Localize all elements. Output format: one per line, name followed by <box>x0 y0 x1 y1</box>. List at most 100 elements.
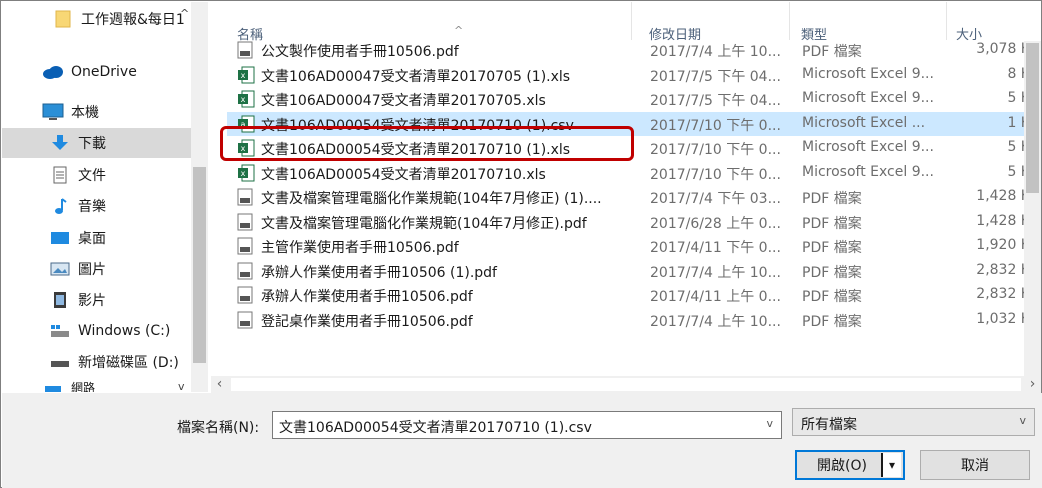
horizontal-scrollbar-thumb[interactable] <box>231 378 1021 391</box>
file-size: 5 K <box>1007 90 1030 106</box>
excel-file-icon: x <box>237 90 255 108</box>
file-type: Microsoft Excel 9... <box>802 65 934 82</box>
nav-item-onedrive[interactable]: OneDrive <box>42 57 208 87</box>
file-row[interactable]: x 文書106AD00054受文者清單20170710 (1).xls 2017/7… <box>227 136 1041 160</box>
file-list-scrollbar-thumb[interactable] <box>1026 43 1039 193</box>
file-type: PDF 檔案 <box>802 313 862 330</box>
open-file-dialog: 工作週報&每日1 ^ OneDrive 本機 下載 文件 音樂 桌面 圖片 影片… <box>0 0 1042 488</box>
nav-item-label: 影片 <box>78 293 106 309</box>
nav-item-this-pc[interactable]: 本機 <box>42 97 208 127</box>
network-icon <box>42 380 64 392</box>
nav-scrollbar-thumb[interactable] <box>193 167 206 363</box>
file-date: 2017/7/5 下午 04... <box>650 68 781 85</box>
file-name: 文書106AD00054受文者清單20170710.xls <box>261 166 546 183</box>
nav-scrollbar[interactable] <box>191 2 208 392</box>
pdf-file-icon <box>237 311 255 329</box>
pdf-file-icon <box>237 286 255 304</box>
open-button[interactable]: 開啟(O) ▾ <box>795 450 905 480</box>
svg-text:x: x <box>241 95 246 104</box>
pdf-file-icon <box>237 237 255 255</box>
scroll-right-icon[interactable]: › <box>1024 376 1041 393</box>
file-size: 2,832 K <box>976 286 1030 302</box>
cancel-button[interactable]: 取消 <box>920 450 1030 480</box>
file-row[interactable]: 主管作業使用者手冊10506.pdf 2017/4/11 下午 0... PDF 檔… <box>227 234 1041 258</box>
file-row[interactable]: 文書及檔案管理電腦化作業規範(104年7月修正).pdf 2017/6/28 上午… <box>227 210 1041 234</box>
nav-item-videos[interactable]: 影片 <box>49 285 208 315</box>
nav-item-downloads[interactable]: 下載 <box>2 128 192 158</box>
file-row[interactable]: 公文製作使用者手冊10506.pdf 2017/7/4 上午 10... PDF 檔… <box>227 38 1041 62</box>
file-row[interactable]: 文書及檔案管理電腦化作業規範(104年7月修正) (1).... 2017/7/4… <box>227 185 1041 209</box>
file-size: 5 K <box>1007 163 1030 180</box>
file-date: 2017/7/10 下午 0... <box>650 166 781 183</box>
folder-icon <box>52 9 74 29</box>
pdf-file-icon <box>237 213 255 231</box>
file-row[interactable]: a 文書106AD00054受文者清單20170710 (1).csv 2017/7… <box>227 111 1041 136</box>
file-size: 1,920 K <box>976 237 1030 253</box>
file-row[interactable]: 承辦人作業使用者手冊10506.pdf 2017/4/11 上午 0... PDF … <box>227 283 1041 307</box>
file-date: 2017/7/4 上午 10... <box>650 44 781 60</box>
nav-item-label: Windows (C:) <box>78 323 171 339</box>
file-row[interactable]: x 文書106AD00054受文者清單20170710.xls 2017/7/10 … <box>227 161 1041 185</box>
file-date: 2017/7/4 下午 03... <box>650 191 781 207</box>
chevron-up-icon[interactable]: ^ <box>180 7 189 20</box>
nav-item-drive-c[interactable]: Windows (C:) <box>49 316 208 346</box>
chevron-down-icon[interactable]: v <box>178 380 185 392</box>
file-row[interactable]: x 文書106AD00047受文者清單20170705 (1).xls 2017/7… <box>227 63 1041 87</box>
file-date: 2017/6/28 上午 0... <box>650 215 781 232</box>
file-type: Microsoft Excel 9... <box>802 90 934 106</box>
split-dropdown-icon[interactable]: ▾ <box>881 453 901 477</box>
music-icon <box>49 196 71 216</box>
horizontal-scrollbar[interactable]: ‹ › <box>211 376 1041 393</box>
nav-item-label: 本機 <box>71 105 99 121</box>
excel-file-icon: x <box>237 66 255 84</box>
file-list: ^ 名稱 修改日期 類型 大小 公文製作使用者手冊10506.pdf 2017/7… <box>211 2 1041 375</box>
file-date: 2017/7/4 上午 10... <box>650 264 781 281</box>
file-date: 2017/7/5 下午 04... <box>650 93 781 109</box>
filename-label: 檔案名稱(N): <box>177 420 260 436</box>
svg-text:x: x <box>241 144 246 153</box>
chevron-down-icon[interactable]: v <box>766 417 773 430</box>
scroll-left-icon[interactable]: ‹ <box>211 376 228 393</box>
file-date: 2017/7/10 下午 0... <box>650 117 781 134</box>
filetype-select-value: 所有檔案 <box>801 417 857 433</box>
nav-item-drive-d[interactable]: 新增磁碟區 (D:) <box>49 347 208 377</box>
open-button-label: 開啟(O) <box>817 458 867 474</box>
file-name: 文書106AD00054受文者清單20170710 (1).xls <box>261 142 571 158</box>
nav-item-documents[interactable]: 文件 <box>49 160 208 190</box>
file-date: 2017/4/11 上午 0... <box>650 289 781 305</box>
column-header-row: ^ 名稱 修改日期 類型 大小 <box>211 2 1041 43</box>
file-name: 公文製作使用者手冊10506.pdf <box>261 44 459 60</box>
nav-item-label: 下載 <box>78 136 106 152</box>
file-type: PDF 檔案 <box>802 44 862 60</box>
file-list-scrollbar[interactable] <box>1024 41 1041 376</box>
svg-text:a: a <box>241 120 246 129</box>
chevron-down-icon[interactable]: v <box>1019 414 1026 427</box>
file-size: 1,032 K <box>976 310 1030 327</box>
file-row[interactable]: 登記桌作業使用者手冊10506.pdf 2017/7/4 上午 10... PDF … <box>227 308 1041 332</box>
file-type: Microsoft Excel 9... <box>802 163 934 180</box>
file-size: 1,428 K <box>976 212 1030 229</box>
drive-d-icon <box>49 352 71 372</box>
nav-item-desktop[interactable]: 桌面 <box>49 223 208 253</box>
file-name: 承辦人作業使用者手冊10506 (1).pdf <box>261 264 497 281</box>
filename-input[interactable]: 文書106AD00054受文者清單20170710 (1).csv v <box>272 411 782 439</box>
file-name: 文書及檔案管理電腦化作業規範(104年7月修正) (1).... <box>261 191 602 207</box>
filetype-select[interactable]: 所有檔案 v <box>792 408 1035 436</box>
column-divider[interactable] <box>946 2 947 40</box>
nav-item-label: 音樂 <box>78 199 106 215</box>
file-row[interactable]: 承辦人作業使用者手冊10506 (1).pdf 2017/7/4 上午 10...… <box>227 259 1041 283</box>
file-row[interactable]: x 文書106AD00047受文者清單20170705.xls 2017/7/5 下… <box>227 87 1041 111</box>
column-divider[interactable] <box>631 2 632 40</box>
file-name: 文書106AD00047受文者清單20170705.xls <box>261 93 546 109</box>
file-type: PDF 檔案 <box>802 289 862 305</box>
pdf-file-icon <box>237 41 255 59</box>
file-name: 承辦人作業使用者手冊10506.pdf <box>261 289 473 305</box>
nav-item-music[interactable]: 音樂 <box>49 191 208 221</box>
column-divider[interactable] <box>789 2 790 40</box>
sort-ascending-icon: ^ <box>454 24 464 37</box>
file-type: PDF 檔案 <box>802 240 862 256</box>
nav-item-pictures[interactable]: 圖片 <box>49 254 208 284</box>
nav-item-label: 新增磁碟區 (D:) <box>78 355 179 371</box>
file-size: 5 K <box>1007 139 1030 155</box>
cancel-button-label: 取消 <box>961 458 989 474</box>
